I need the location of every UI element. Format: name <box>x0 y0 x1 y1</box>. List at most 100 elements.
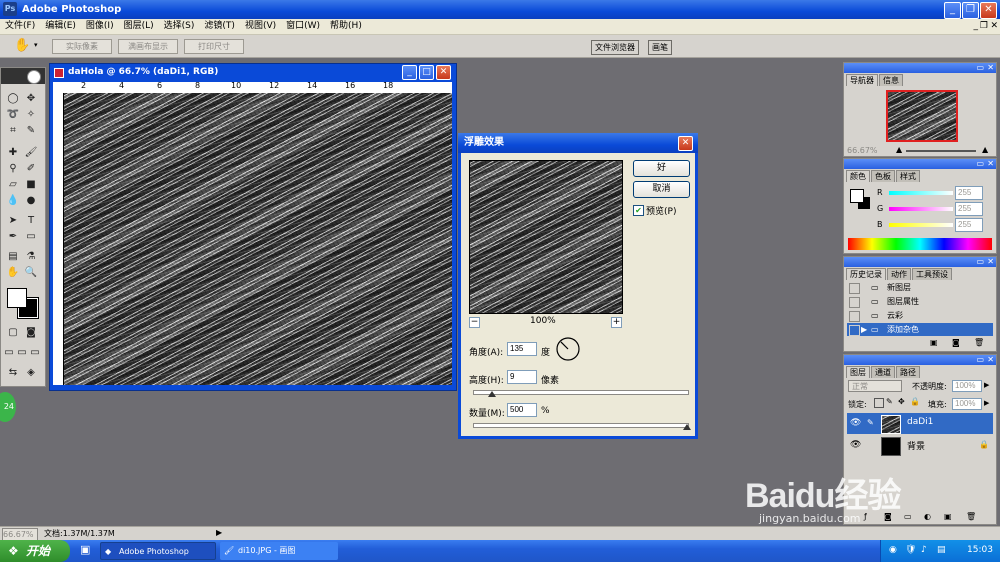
file-browser-tab[interactable]: 文件浏览器 <box>591 40 639 55</box>
navigator-thumbnail[interactable] <box>886 90 958 142</box>
lock-move-icon[interactable]: ✥ <box>898 397 905 406</box>
fill-input[interactable] <box>952 398 982 410</box>
tab-history[interactable]: 历史记录 <box>846 268 886 280</box>
quick-mask-icon[interactable]: ◙ <box>23 326 39 340</box>
jump-to-imageready-icon[interactable]: ⇆ <box>5 366 21 380</box>
panel-close-icon[interactable]: ✕ <box>987 257 994 267</box>
side-badge[interactable]: 24 <box>0 392 16 422</box>
tab-paths[interactable]: 路径 <box>896 366 920 378</box>
angle-input[interactable] <box>507 342 537 356</box>
close-icon[interactable]: ✕ <box>980 2 997 19</box>
amount-slider-track[interactable] <box>473 423 689 428</box>
tab-styles[interactable]: 样式 <box>896 170 920 182</box>
blend-mode-select[interactable]: 正常 <box>848 380 902 392</box>
tray-security-icon[interactable]: 🛡 <box>905 545 916 555</box>
tab-channels[interactable]: 通道 <box>871 366 895 378</box>
clock[interactable]: 15:03 <box>967 545 993 555</box>
move-tool-icon[interactable]: ✥ <box>23 92 39 106</box>
fg-swatch[interactable] <box>850 189 864 203</box>
dialog-close-icon[interactable]: ✕ <box>678 136 693 151</box>
lock-all-icon[interactable]: 🔒 <box>910 397 920 406</box>
navigator-zoom-slider[interactable] <box>906 150 976 152</box>
camera-snapshot-icon[interactable]: ◙ <box>952 338 960 347</box>
menu-help[interactable]: 帮助(H) <box>325 19 367 34</box>
zoom-large-icon[interactable]: ▲ <box>982 145 988 154</box>
new-document-icon[interactable]: ▣ <box>930 338 938 347</box>
tray-ime-icon[interactable]: ▤ <box>937 545 946 555</box>
history-item[interactable]: ▭ 新图层 <box>847 281 993 294</box>
tab-layers[interactable]: 图层 <box>846 366 870 378</box>
height-slider-track[interactable] <box>473 390 689 395</box>
standard-mode-icon[interactable]: ▢ <box>5 326 21 340</box>
channel-value-g[interactable] <box>955 202 983 216</box>
menu-filter[interactable]: 滤镜(T) <box>199 19 240 34</box>
channel-value-r[interactable] <box>955 186 983 200</box>
crop-tool-icon[interactable]: ⌗ <box>5 124 21 138</box>
healing-brush-icon[interactable]: ✚ <box>5 146 21 160</box>
history-source-box[interactable] <box>849 325 860 336</box>
clone-stamp-icon[interactable]: ⚲ <box>5 162 21 176</box>
eye-visibility-icon[interactable]: 👁 <box>850 440 861 450</box>
channel-slider-r[interactable] <box>889 191 953 195</box>
tab-navigator[interactable]: 导航器 <box>846 74 878 86</box>
history-source-box[interactable] <box>849 297 860 308</box>
minimize-icon[interactable]: _ <box>944 2 961 19</box>
layer-row[interactable]: 👁 背景 🔒 <box>847 435 993 456</box>
doc-window-close-icon[interactable]: ✕ <box>436 65 451 80</box>
task-photoshop[interactable]: ◆ Adobe Photoshop <box>100 542 216 560</box>
angle-dial[interactable] <box>555 336 581 362</box>
panel-minimize-icon[interactable]: ▭ <box>976 355 984 365</box>
shape-tool-icon[interactable]: ▭ <box>23 230 39 244</box>
panel-minimize-icon[interactable]: ▭ <box>976 63 984 73</box>
color-spectrum-bar[interactable] <box>848 238 992 250</box>
trash-icon[interactable]: 🗑 <box>974 338 984 347</box>
history-source-box[interactable] <box>849 283 860 294</box>
doc-minimize-icon[interactable]: _ <box>974 19 979 34</box>
hand-tool-icon[interactable]: ✋ <box>14 38 30 53</box>
eye-icon[interactable] <box>27 70 41 84</box>
task-paint[interactable]: 🖌 di10.JPG - 画图 <box>220 542 338 560</box>
start-button[interactable]: ❖ 开始 <box>0 540 70 562</box>
eyedropper-icon[interactable]: ⚗ <box>23 250 39 264</box>
eye-visibility-icon[interactable]: 👁 <box>850 418 861 428</box>
pen-tool-icon[interactable]: ✒ <box>5 230 21 244</box>
menu-select[interactable]: 选择(S) <box>159 19 200 34</box>
doc-close-icon[interactable]: ✕ <box>990 19 998 34</box>
tab-actions[interactable]: 动作 <box>887 268 911 280</box>
opacity-input[interactable] <box>952 380 982 392</box>
history-item-selected[interactable]: ▶ ▭ 添加杂色 <box>847 323 993 336</box>
panel-minimize-icon[interactable]: ▭ <box>976 257 984 267</box>
channel-slider-g[interactable] <box>889 207 953 211</box>
panel-close-icon[interactable]: ✕ <box>987 63 994 73</box>
dodge-tool-icon[interactable]: ● <box>23 194 39 208</box>
tab-color[interactable]: 颜色 <box>846 170 870 182</box>
tab-tool-presets[interactable]: 工具预设 <box>912 268 952 280</box>
actual-pixels-button[interactable]: 实际像素 <box>52 39 112 54</box>
doc-window-minimize-icon[interactable]: _ <box>402 65 417 80</box>
menu-edit[interactable]: 编辑(E) <box>40 19 81 34</box>
imageready-icon[interactable]: ◈ <box>23 366 39 380</box>
amount-slider-thumb[interactable] <box>683 424 691 430</box>
zoom-small-icon[interactable]: ▲ <box>896 145 902 154</box>
panel-close-icon[interactable]: ✕ <box>987 355 994 365</box>
fill-arrow-icon[interactable]: ▶ <box>984 399 989 407</box>
doc-window-maximize-icon[interactable]: □ <box>419 65 434 80</box>
type-tool-icon[interactable]: T <box>23 214 39 228</box>
tab-swatches[interactable]: 色板 <box>871 170 895 182</box>
status-arrow-icon[interactable]: ▶ <box>216 528 222 537</box>
channel-slider-b[interactable] <box>889 223 953 227</box>
print-size-button[interactable]: 打印尺寸 <box>184 39 244 54</box>
doc-restore-icon[interactable]: ❐ <box>980 19 988 34</box>
tab-info[interactable]: 信息 <box>879 74 903 86</box>
eraser-tool-icon[interactable]: ▱ <box>5 178 21 192</box>
brush-tool-icon[interactable]: 🖌 <box>23 146 39 160</box>
new-layer-icon[interactable]: ▣ <box>944 512 952 521</box>
gradient-tool-icon[interactable]: ■ <box>23 178 39 192</box>
zoom-in-icon[interactable]: + <box>611 317 622 328</box>
fit-on-screen-button[interactable]: 满画布显示 <box>118 39 178 54</box>
panel-close-icon[interactable]: ✕ <box>987 159 994 169</box>
menu-image[interactable]: 图像(I) <box>81 19 119 34</box>
lock-brush-icon[interactable]: ✎ <box>886 397 893 406</box>
history-brush-icon[interactable]: ✐ <box>23 162 39 176</box>
slice-tool-icon[interactable]: ✎ <box>23 124 39 138</box>
